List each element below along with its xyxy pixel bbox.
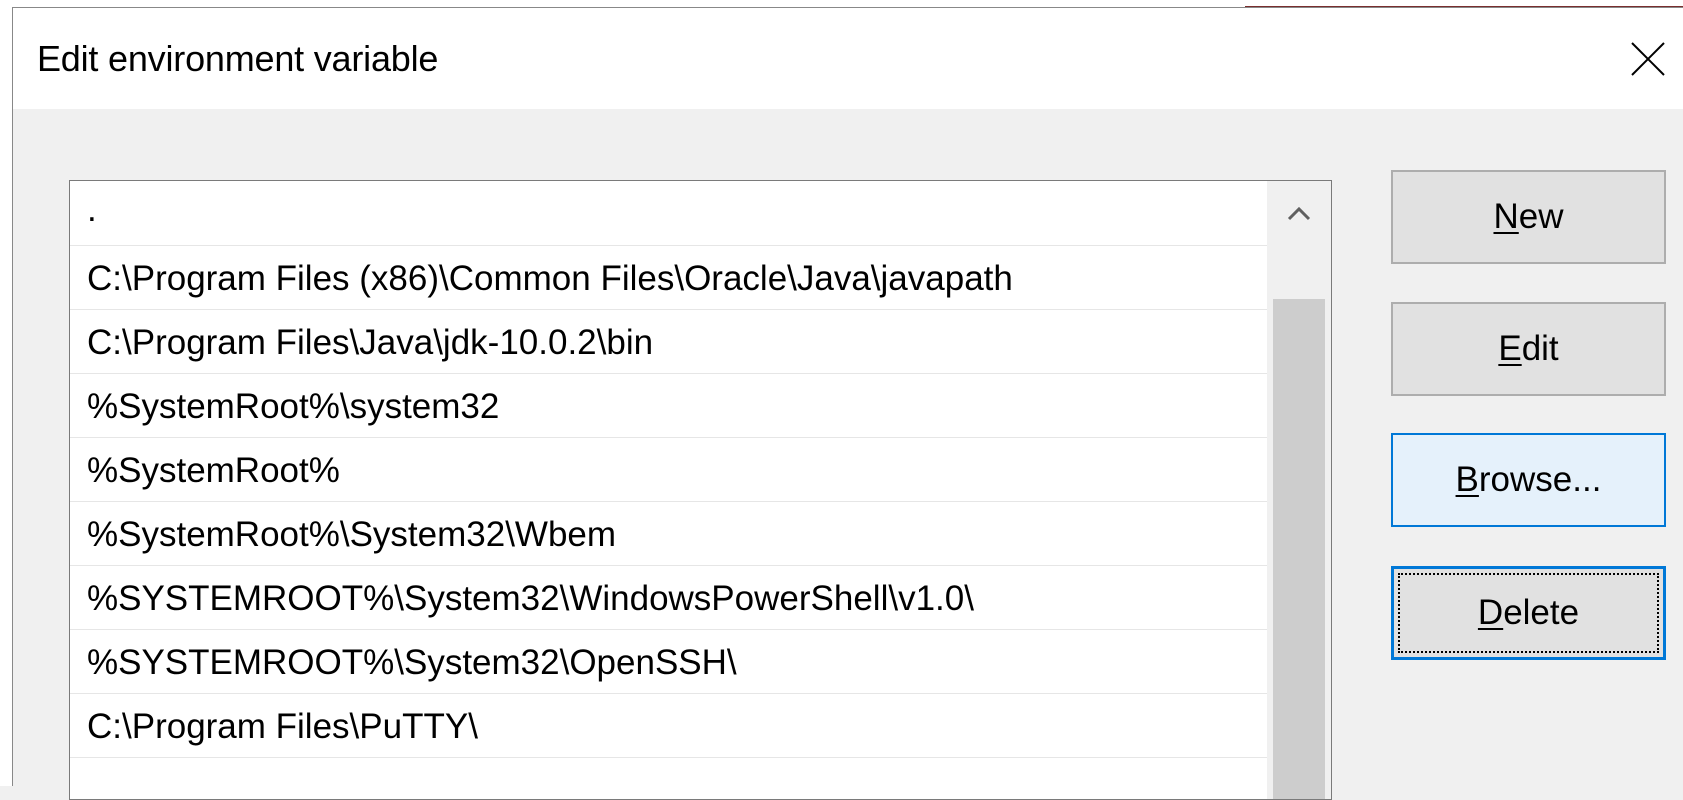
browse-button[interactable]: Browse...: [1391, 433, 1666, 527]
chevron-up-icon: [1287, 206, 1311, 221]
edit-button-label: Edit: [1498, 329, 1559, 368]
title-bar: Edit environment variable: [13, 8, 1683, 109]
new-button-label: New: [1493, 197, 1564, 236]
edit-button[interactable]: Edit: [1391, 302, 1666, 396]
background-left: [0, 0, 12, 786]
list-item[interactable]: %SystemRoot%\System32\Wbem: [70, 502, 1268, 566]
delete-button[interactable]: Delete: [1391, 566, 1666, 660]
path-list-rows: . C:\Program Files (x86)\Common Files\Or…: [70, 181, 1268, 758]
list-item[interactable]: %SYSTEMROOT%\System32\OpenSSH\: [70, 630, 1268, 694]
close-button[interactable]: [1613, 8, 1683, 109]
scrollbar-thumb[interactable]: [1273, 299, 1325, 799]
background-window-edge: [1245, 0, 1683, 7]
list-item[interactable]: %SystemRoot%\system32: [70, 374, 1268, 438]
path-list[interactable]: . C:\Program Files (x86)\Common Files\Or…: [69, 180, 1332, 800]
list-item[interactable]: C:\Program Files\PuTTY\: [70, 694, 1268, 758]
scroll-up-button[interactable]: [1267, 181, 1331, 245]
browse-button-label: Browse...: [1455, 460, 1602, 499]
list-item[interactable]: .: [70, 181, 1268, 246]
window-title: Edit environment variable: [37, 38, 439, 79]
new-button[interactable]: New: [1391, 170, 1666, 264]
list-item[interactable]: %SYSTEMROOT%\System32\WindowsPowerShell\…: [70, 566, 1268, 630]
edit-environment-variable-dialog: Edit environment variable . C:\Program F…: [12, 7, 1683, 800]
close-icon: [1631, 41, 1665, 76]
list-item[interactable]: C:\Program Files (x86)\Common Files\Orac…: [70, 246, 1268, 310]
list-item[interactable]: %SystemRoot%: [70, 438, 1268, 502]
list-item[interactable]: C:\Program Files\Java\jdk-10.0.2\bin: [70, 310, 1268, 374]
vertical-scrollbar[interactable]: [1267, 181, 1331, 799]
delete-button-label: Delete: [1477, 593, 1580, 632]
